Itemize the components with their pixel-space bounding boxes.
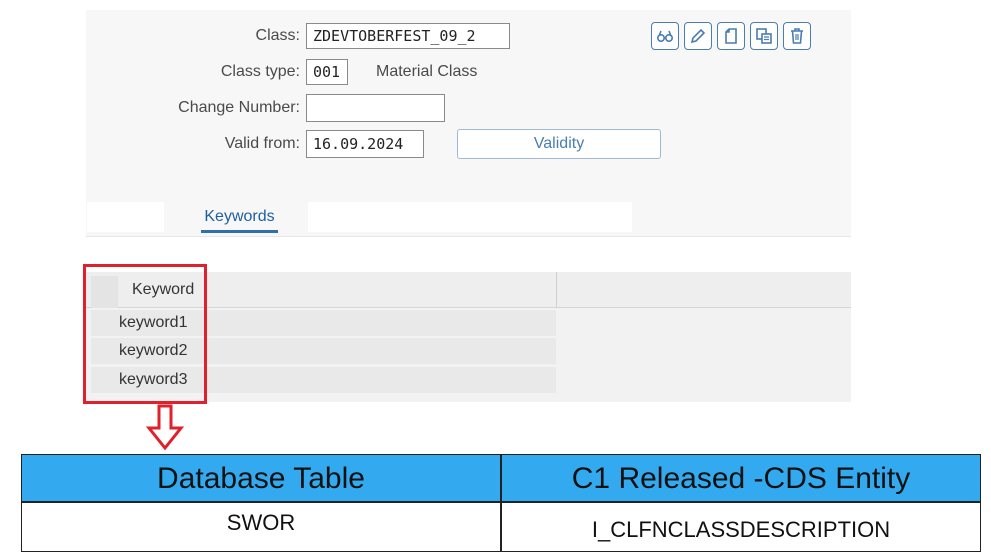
valid-from-field[interactable]: 16.09.2024 (306, 130, 424, 158)
display-icon (656, 30, 674, 43)
tab-keywords[interactable]: Keywords (201, 203, 278, 233)
database-table-header: Database Table (22, 455, 500, 502)
cds-entity-header: C1 Released -CDS Entity (502, 455, 980, 502)
delete-button[interactable] (783, 22, 811, 50)
class-label: Class: (255, 27, 300, 44)
create-button[interactable] (717, 22, 745, 50)
change-number-label: Change Number: (178, 99, 300, 116)
down-arrow-icon (145, 404, 185, 451)
tab-blank-right (308, 202, 632, 232)
class-type-description: Material Class (376, 63, 478, 80)
display-button[interactable] (651, 22, 679, 50)
create-icon (725, 28, 737, 44)
validity-button[interactable]: Validity (457, 129, 661, 159)
tab-divider (86, 236, 851, 237)
valid-from-label: Valid from: (224, 135, 300, 152)
column-separator (556, 272, 557, 308)
cds-entity-value: I_CLFNCLASSDESCRIPTION (591, 517, 891, 542)
database-table-value: SWOR (226, 510, 296, 535)
delete-icon (791, 28, 803, 44)
highlight-box (83, 264, 207, 404)
copy-button[interactable] (750, 22, 778, 50)
tab-blank-left (87, 202, 164, 232)
class-type-label: Class type: (220, 63, 300, 80)
edit-icon (690, 28, 706, 44)
copy-icon (756, 28, 772, 44)
class-field[interactable]: ZDEVTOBERFEST_09_2 (306, 23, 510, 49)
edit-button[interactable] (684, 22, 712, 50)
change-number-field[interactable] (306, 94, 445, 122)
class-type-field[interactable]: 001 (306, 59, 348, 85)
